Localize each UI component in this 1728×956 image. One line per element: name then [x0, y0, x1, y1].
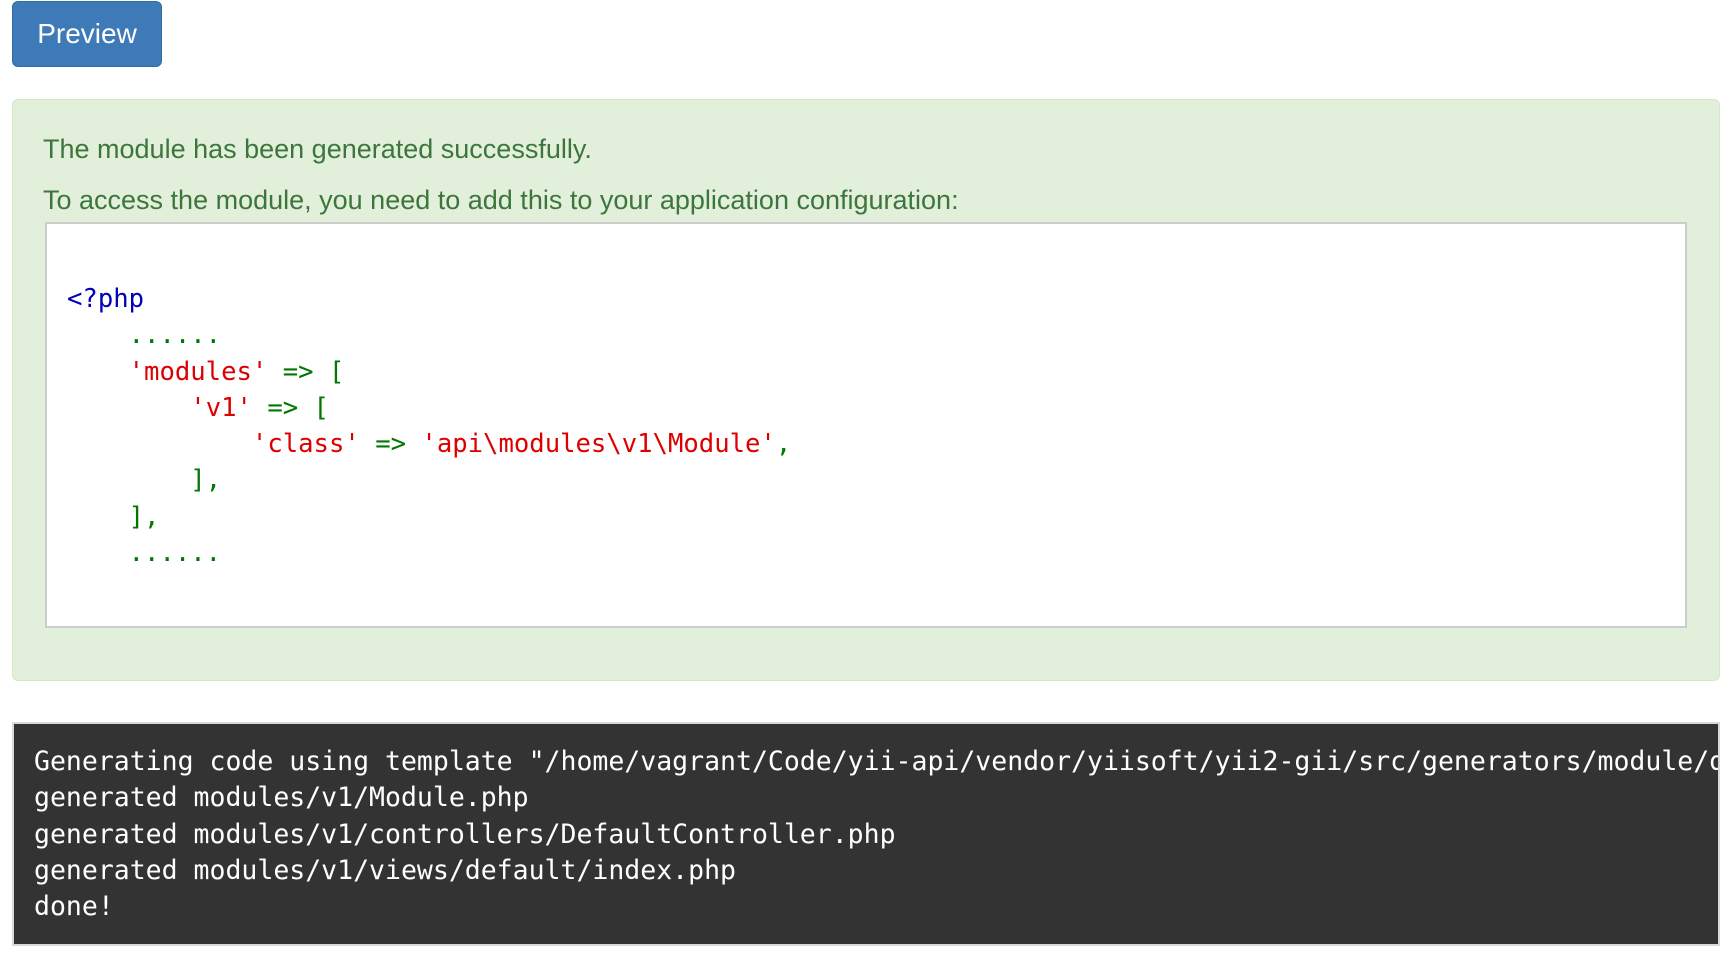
console-line: generated modules/v1/Module.php: [34, 782, 529, 814]
code-modules-arrow: => [: [267, 356, 345, 387]
code-v1-arrow: => [: [251, 392, 329, 423]
console-line: generated modules/v1/controllers/Default…: [34, 818, 896, 850]
console-line: done!: [34, 891, 114, 923]
config-instruction: To access the module, you need to add th…: [43, 185, 959, 215]
success-message: The module has been generated successful…: [43, 134, 592, 164]
code-class-value: 'api\modules\v1\Module': [421, 429, 776, 460]
console-output: Generating code using template "/home/va…: [12, 722, 1720, 946]
code-class-comma: ,: [775, 429, 792, 460]
console-line: generated modules/v1/views/default/index…: [34, 854, 736, 886]
console-line: Generating code using template "/home/va…: [34, 746, 1720, 777]
code-ellipsis-top: ......: [128, 320, 222, 351]
php-open-tag: <?php: [67, 284, 145, 314]
code-modules-key: 'modules': [128, 356, 268, 387]
code-v1-key: 'v1': [190, 392, 252, 423]
config-code-block: <?php ...... 'modules' => [ 'v1' => [ 'c…: [45, 222, 1687, 628]
code-close-outer: ],: [128, 501, 160, 532]
code-ellipsis-bottom: ......: [128, 538, 222, 569]
code-close-inner: ],: [190, 465, 222, 496]
success-alert: The module has been generated successful…: [12, 99, 1720, 681]
console-text: Generating code using template "/home/va…: [34, 744, 1720, 925]
code-class-arrow: =>: [359, 429, 422, 460]
config-code: <?php ...... 'modules' => [ 'v1' => [ 'c…: [67, 281, 791, 571]
code-class-key: 'class': [251, 429, 360, 460]
preview-button[interactable]: Preview: [12, 1, 162, 67]
